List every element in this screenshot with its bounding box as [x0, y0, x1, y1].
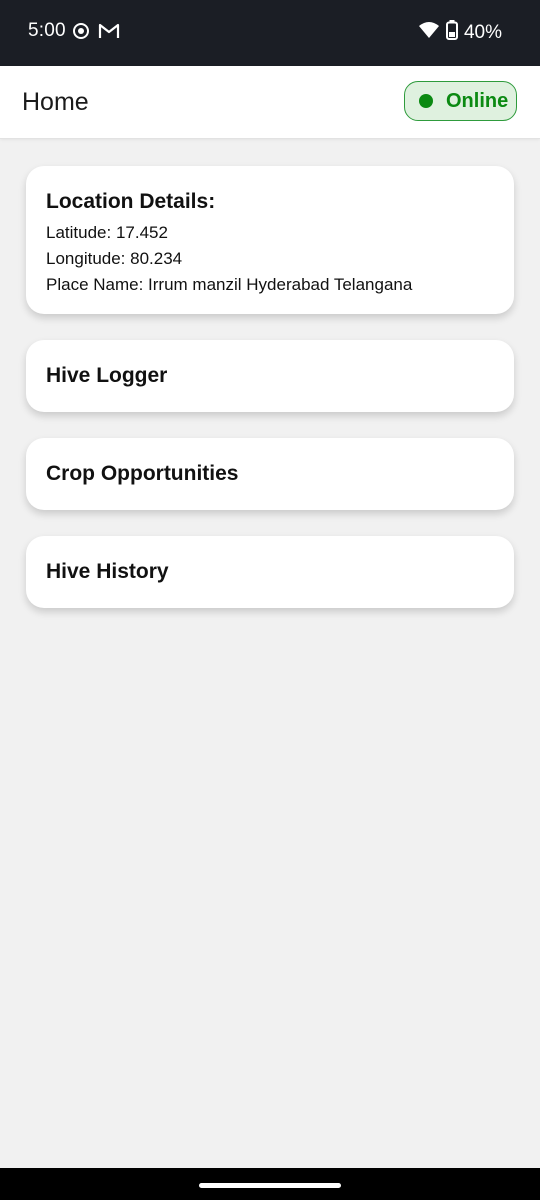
home-indicator[interactable]: [199, 1183, 341, 1188]
status-right: 40%: [418, 20, 502, 46]
place-name-text: Place Name: Irrum manzil Hyderabad Telan…: [46, 275, 413, 294]
location-details-title: Location Details:: [46, 190, 216, 213]
wifi-icon: [418, 21, 440, 45]
location-details-card: Location Details: Latitude: 17.452 Longi…: [26, 166, 514, 314]
page-title: Home: [22, 88, 89, 116]
record-icon: [72, 22, 90, 45]
status-badge: Online: [404, 81, 517, 121]
hive-logger-label: Hive Logger: [46, 364, 168, 387]
hive-history-label: Hive History: [46, 560, 169, 583]
gmail-icon: [98, 22, 120, 45]
battery-percent: 40%: [463, 22, 502, 43]
status-time: 5:00: [28, 20, 66, 41]
app-bar: Home Online: [0, 66, 540, 139]
online-dot-icon: [419, 94, 433, 108]
navigation-bar: [0, 1168, 540, 1200]
crop-opportunities-button[interactable]: Crop Opportunities: [26, 438, 514, 510]
hive-logger-button[interactable]: Hive Logger: [26, 340, 514, 412]
status-left-icons: [72, 22, 120, 45]
latitude-text: Latitude: 17.452: [46, 223, 168, 242]
battery-icon: [445, 20, 458, 46]
status-bar: 5:00 40%: [0, 0, 540, 66]
longitude-text: Longitude: 80.234: [46, 249, 183, 268]
hive-history-button[interactable]: Hive History: [26, 536, 514, 608]
status-badge-label: Online: [446, 89, 509, 112]
crop-opportunities-label: Crop Opportunities: [46, 462, 239, 485]
